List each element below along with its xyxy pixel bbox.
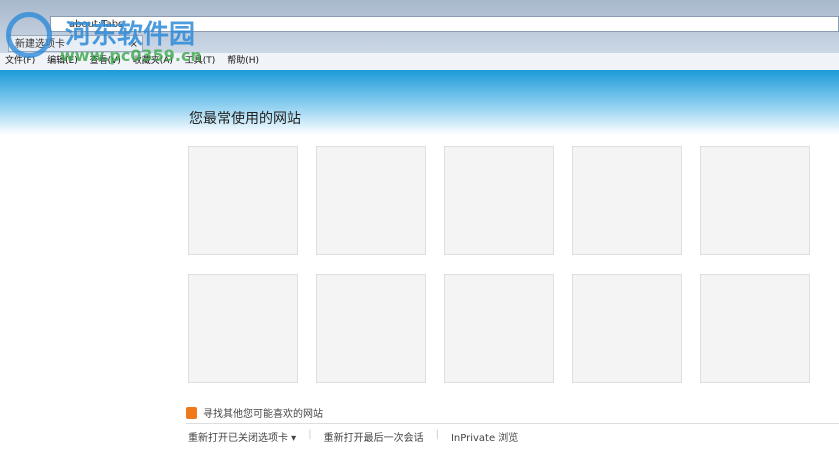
site-tile[interactable] bbox=[572, 146, 682, 255]
inprivate-browsing[interactable]: InPrivate 浏览 bbox=[451, 429, 518, 444]
site-tile[interactable] bbox=[188, 274, 298, 383]
reopen-last-session[interactable]: 重新打开最后一次会话 bbox=[324, 429, 424, 444]
site-tile[interactable] bbox=[188, 146, 298, 255]
find-sites-link[interactable]: 寻找其他您可能喜欢的网站 bbox=[186, 405, 323, 420]
site-tile[interactable] bbox=[316, 274, 426, 383]
reopen-closed-tabs[interactable]: 重新打开已关闭选项卡 ▾ bbox=[188, 429, 296, 444]
site-tile[interactable] bbox=[444, 274, 554, 383]
separator: | bbox=[308, 429, 312, 440]
lightbulb-icon bbox=[186, 406, 197, 419]
site-tile[interactable] bbox=[572, 274, 682, 383]
divider bbox=[186, 423, 839, 424]
site-tile[interactable] bbox=[700, 146, 810, 255]
find-sites-label: 寻找其他您可能喜欢的网站 bbox=[203, 409, 323, 420]
bottom-links: 重新打开已关闭选项卡 ▾ | 重新打开最后一次会话 | InPrivate 浏览 bbox=[188, 429, 518, 444]
separator: | bbox=[435, 429, 439, 440]
menu-help[interactable]: 帮助(H) bbox=[227, 56, 259, 66]
header-gradient bbox=[0, 70, 839, 135]
site-tile[interactable] bbox=[316, 146, 426, 255]
site-tile[interactable] bbox=[444, 146, 554, 255]
page-title: 您最常使用的网站 bbox=[189, 111, 301, 127]
site-tile[interactable] bbox=[700, 274, 810, 383]
watermark-logo bbox=[6, 12, 52, 58]
watermark-url: www.pc0359.cn bbox=[60, 46, 202, 65]
